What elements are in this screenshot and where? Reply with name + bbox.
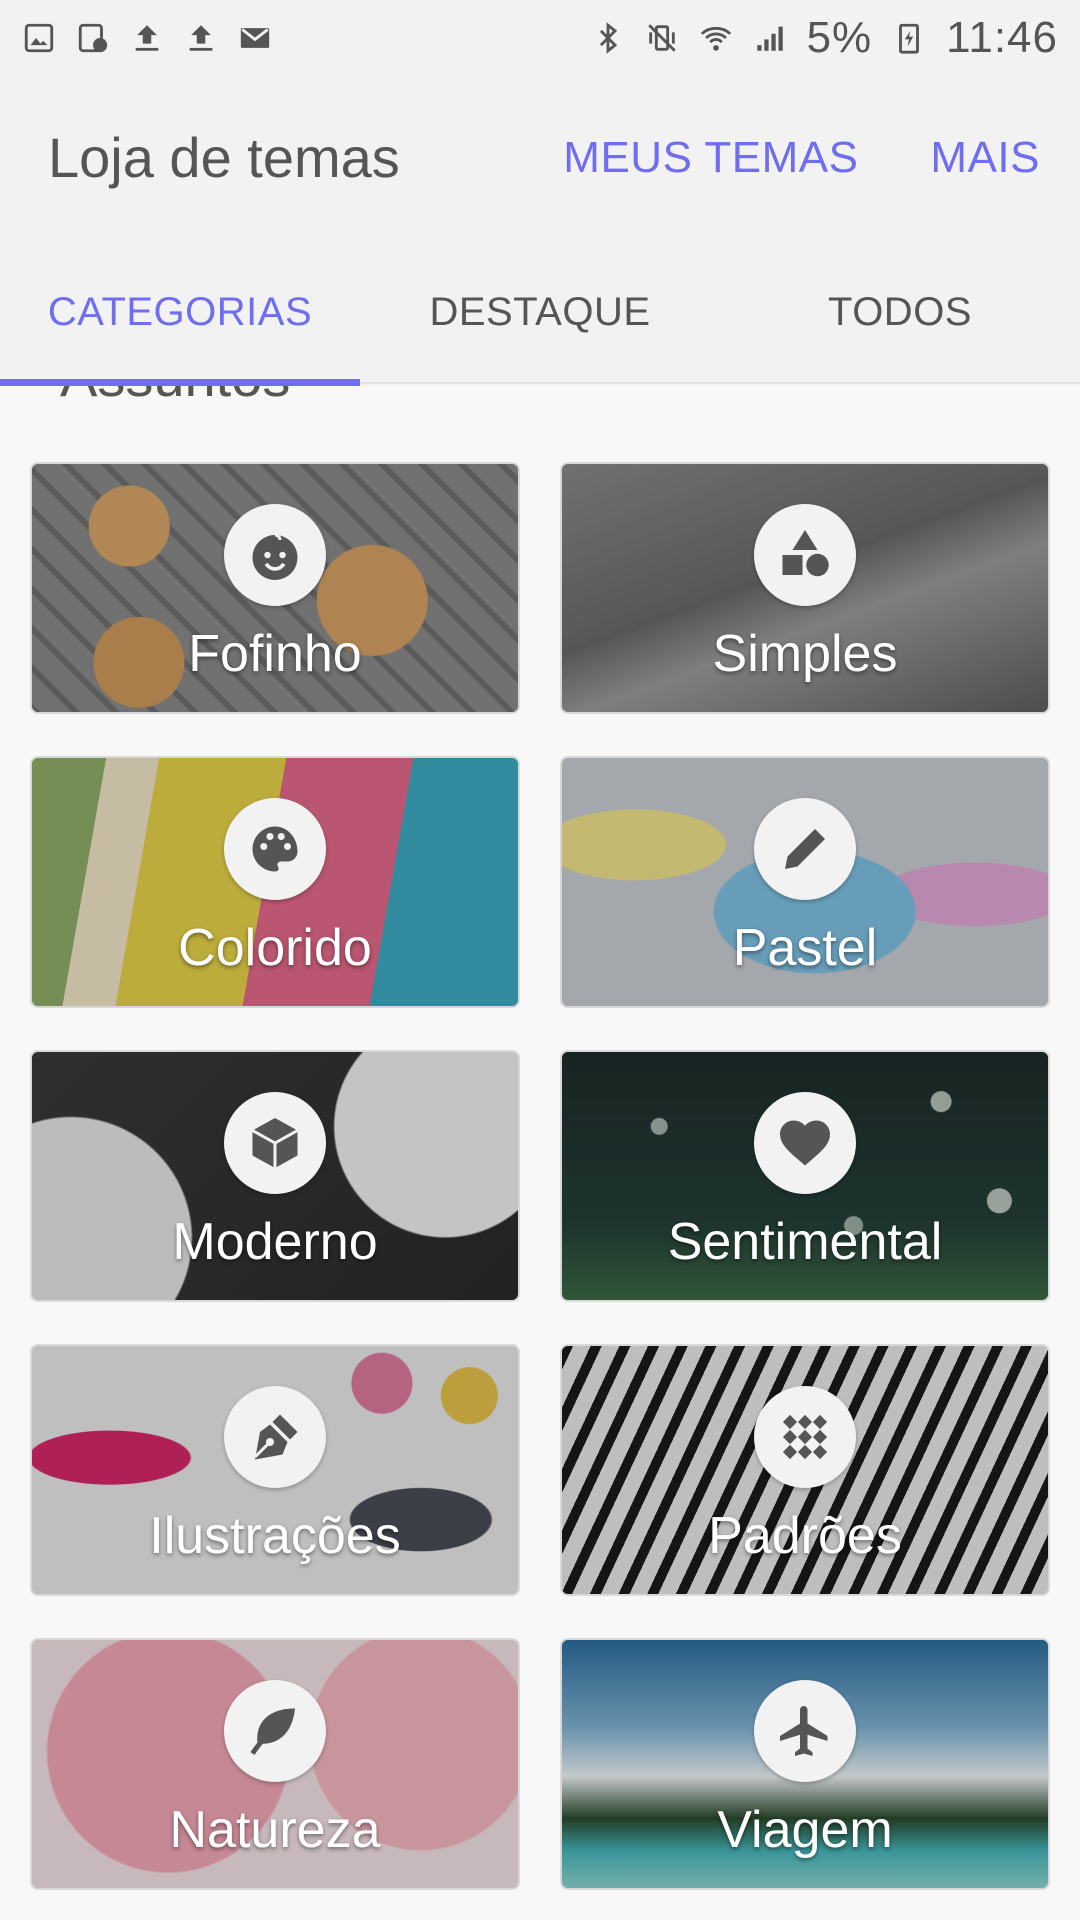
category-card-moderno[interactable]: Moderno — [30, 1050, 520, 1302]
palette-icon — [224, 798, 326, 900]
upload-icon — [184, 21, 218, 55]
notification-icons — [22, 21, 272, 55]
category-label: Sentimental — [667, 1213, 943, 1271]
pattern-icon — [754, 1386, 856, 1488]
more-button[interactable]: MAIS — [930, 133, 1040, 183]
my-themes-button[interactable]: MEUS TEMAS — [563, 133, 858, 183]
section-title: Assuntos — [60, 386, 290, 409]
category-card-ilustracoes[interactable]: Ilustrações — [30, 1344, 520, 1596]
app-bar: Loja de temas MEUS TEMAS MAIS — [0, 75, 1080, 240]
upload-icon — [130, 21, 164, 55]
category-label: Colorido — [178, 919, 372, 977]
category-card-pastel[interactable]: Pastel — [560, 756, 1050, 1008]
bluetooth-icon — [591, 21, 625, 55]
baby-face-icon — [224, 504, 326, 606]
category-card-sentimental[interactable]: Sentimental — [560, 1050, 1050, 1302]
category-label: Moderno — [172, 1213, 378, 1271]
tab-todos[interactable]: TODOS — [720, 240, 1080, 384]
battery-charging-icon — [892, 21, 926, 55]
pen-nib-icon — [224, 1386, 326, 1488]
category-card-natureza[interactable]: Natureza — [30, 1638, 520, 1890]
category-label: Fofinho — [188, 625, 362, 683]
image-icon — [22, 21, 56, 55]
category-card-simples[interactable]: Simples — [560, 462, 1050, 714]
pencil-icon — [754, 798, 856, 900]
category-card-viagem[interactable]: Viagem — [560, 1638, 1050, 1890]
leaf-icon — [224, 1680, 326, 1782]
page-title: Loja de temas — [48, 126, 400, 189]
category-label: Natureza — [169, 1801, 381, 1859]
system-indicators: 5% 11:46 — [591, 13, 1058, 63]
signal-icon — [753, 21, 787, 55]
category-label: Pastel — [732, 919, 878, 977]
category-grid: Fofinho Simples Colorido Pastel Moderno … — [30, 462, 1050, 1890]
mail-icon — [238, 21, 272, 55]
cube-icon — [224, 1092, 326, 1194]
category-label: Viagem — [717, 1801, 893, 1859]
battery-percent: 5% — [806, 12, 873, 62]
category-card-colorido[interactable]: Colorido — [30, 756, 520, 1008]
tab-destaque[interactable]: DESTAQUE — [360, 240, 720, 384]
category-card-padroes[interactable]: Padrões — [560, 1344, 1050, 1596]
category-label: Simples — [712, 625, 898, 683]
vibrate-icon — [645, 21, 679, 55]
category-label: Padrões — [708, 1507, 902, 1565]
airplane-icon — [754, 1680, 856, 1782]
status-bar: 5% 11:46 — [0, 0, 1080, 75]
tab-bar: CATEGORIAS DESTAQUE TODOS — [0, 240, 1080, 386]
category-label: Ilustrações — [149, 1507, 401, 1565]
screenshot-icon — [76, 21, 110, 55]
wifi-icon — [699, 21, 733, 55]
tab-categorias[interactable]: CATEGORIAS — [0, 240, 360, 386]
heart-icon — [754, 1092, 856, 1194]
clock: 11:46 — [946, 12, 1058, 62]
shapes-icon — [754, 504, 856, 606]
category-card-fofinho[interactable]: Fofinho — [30, 462, 520, 714]
category-list[interactable]: Assuntos Fofinho Simples Colorido — [0, 386, 1080, 1920]
